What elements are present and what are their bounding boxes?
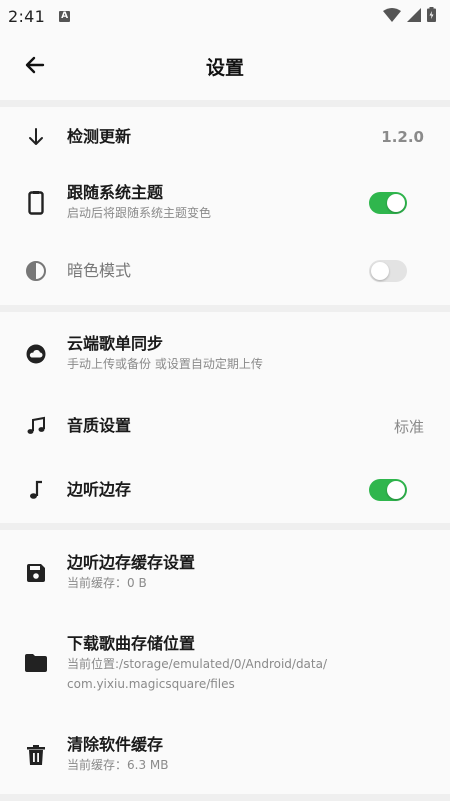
listen-and-save-row[interactable]: 边听边存 xyxy=(0,464,450,516)
toggle-knob xyxy=(387,481,405,499)
status-time: 2:41 xyxy=(8,6,46,26)
cloud-sync-label: 云端歌单同步 xyxy=(67,333,164,353)
clear-cache-label: 清除软件缓存 xyxy=(67,734,164,754)
follow-system-theme-desc: 启动后将跟随系统主题变色 xyxy=(67,205,212,220)
status-icons xyxy=(383,6,436,26)
phone-icon xyxy=(22,189,50,217)
music-notes-icon xyxy=(22,412,50,440)
download-location-row[interactable]: 下载歌曲存储位置 当前位置:/storage/emulated/0/Androi… xyxy=(0,628,450,698)
trash-icon xyxy=(22,741,50,769)
audio-quality-label: 音质设置 xyxy=(67,416,132,435)
download-path-line1: 当前位置:/storage/emulated/0/Android/data/ xyxy=(67,656,328,671)
music-note-icon xyxy=(22,476,50,504)
audio-quality-row[interactable]: 音质设置 标准 xyxy=(0,400,450,452)
save-icon xyxy=(22,559,50,587)
check-update-label: 检测更新 xyxy=(67,127,132,146)
dark-mode-row[interactable]: 暗色模式 xyxy=(0,245,450,297)
download-location-label: 下载歌曲存储位置 xyxy=(67,633,196,653)
section-divider xyxy=(0,100,450,107)
cache-settings-label: 边听边存缓存设置 xyxy=(67,552,196,572)
wifi-icon xyxy=(383,7,401,26)
follow-system-theme-row[interactable]: 跟随系统主题 启动后将跟随系统主题变色 xyxy=(0,175,450,231)
cloud-sync-desc: 手动上传或备份 或设置自动定期上传 xyxy=(67,356,263,371)
version-value: 1.2.0 xyxy=(381,128,424,146)
signal-icon xyxy=(407,7,421,26)
battery-icon xyxy=(427,6,436,26)
arrow-left-icon xyxy=(23,53,47,81)
follow-system-theme-label: 跟随系统主题 xyxy=(67,182,164,202)
contrast-icon xyxy=(22,257,50,285)
app-cache-size-value: 当前缓存：6.3 MB xyxy=(67,757,169,772)
audio-quality-value: 标准 xyxy=(393,417,424,436)
listen-and-save-toggle[interactable] xyxy=(369,479,407,501)
cloud-icon xyxy=(22,340,50,368)
arrow-down-icon xyxy=(22,123,50,151)
status-bar: 2:41 A xyxy=(0,0,450,32)
page-title: 设置 xyxy=(205,56,244,79)
clear-cache-row[interactable]: 清除软件缓存 当前缓存：6.3 MB xyxy=(0,727,450,783)
check-update-row[interactable]: 检测更新 1.2.0 xyxy=(0,111,450,163)
toggle-knob xyxy=(387,194,405,212)
cache-settings-row[interactable]: 边听边存缓存设置 当前缓存：0 B xyxy=(0,545,450,601)
section-divider xyxy=(0,794,450,801)
download-path-line2: com.yixiu.magicsquare/files xyxy=(67,676,235,691)
notification-badge: A xyxy=(59,10,71,22)
follow-system-theme-toggle[interactable] xyxy=(369,192,407,214)
toggle-knob xyxy=(371,262,389,280)
dark-mode-label: 暗色模式 xyxy=(67,261,132,280)
dark-mode-toggle[interactable] xyxy=(369,260,407,282)
cloud-sync-row[interactable]: 云端歌单同步 手动上传或备份 或设置自动定期上传 xyxy=(0,326,450,382)
section-divider xyxy=(0,523,450,530)
cache-size-value: 当前缓存：0 B xyxy=(67,575,147,590)
app-bar: 设置 xyxy=(0,32,450,100)
section-divider xyxy=(0,305,450,312)
listen-and-save-label: 边听边存 xyxy=(67,480,132,499)
folder-icon xyxy=(22,649,50,677)
back-button[interactable] xyxy=(20,52,50,82)
